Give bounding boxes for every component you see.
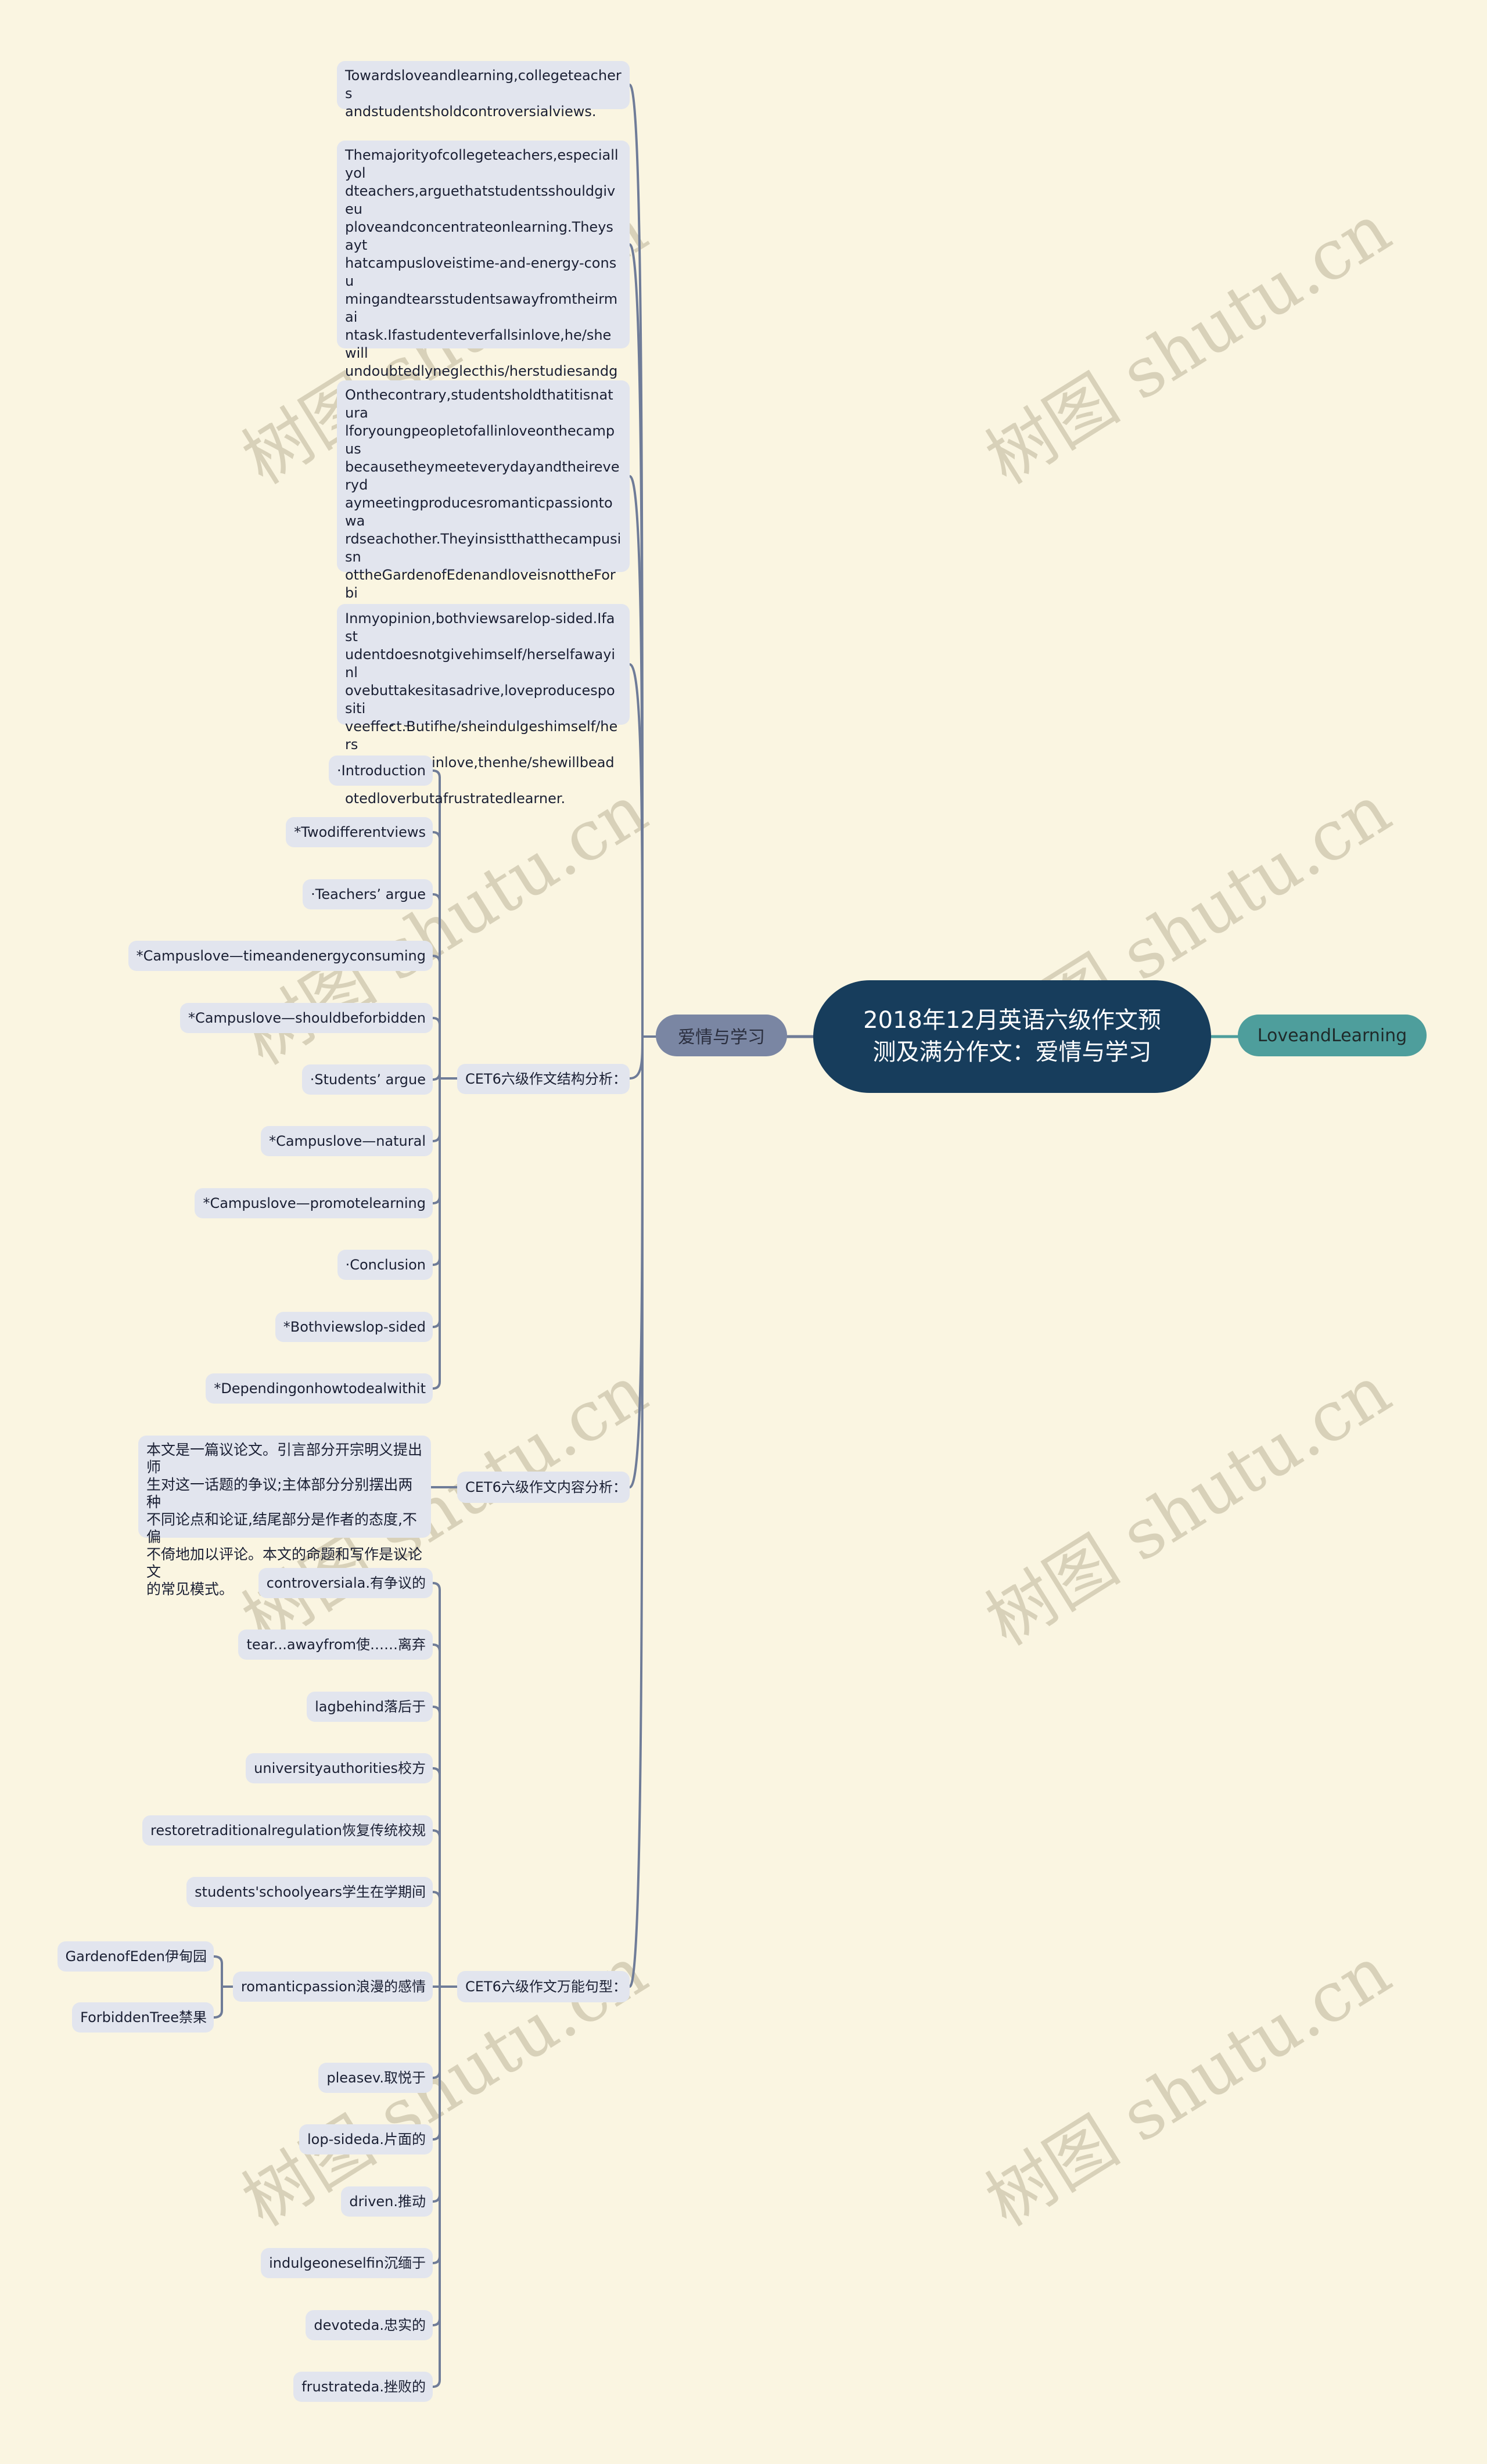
phrase-item[interactable]: restoretraditionalregulation恢复传统校规 (142, 1815, 433, 1846)
connector-line (432, 1582, 441, 1591)
connector-line (432, 1829, 441, 1839)
connector-line (628, 1035, 644, 1488)
connector-line (432, 831, 441, 840)
paragraph-line: Themajorityofcollegeteachers,especiallyo… (345, 147, 619, 181)
connector-line (432, 1891, 441, 1900)
structure-item[interactable]: ·Conclusion (337, 1250, 433, 1280)
connector-line (628, 663, 644, 1038)
phrase-item[interactable]: students'schoolyears学生在学期间 (186, 1877, 433, 1907)
phrase-subitem[interactable]: GardenofEden伊甸园 (57, 1941, 214, 1972)
branch-love-and-study[interactable]: 爱情与学习 (656, 1015, 787, 1056)
connector-line (432, 2255, 441, 2264)
structure-item[interactable]: ·Teachers’ argue (303, 879, 433, 909)
phrase-item[interactable]: romanticpassion浪漫的感情 (232, 1972, 433, 2002)
connector-line (432, 1319, 441, 1328)
phrase-subitem[interactable]: ForbiddenTree禁果 (72, 2002, 214, 2033)
content-analysis-text[interactable]: 本文是一篇议论文。引言部分开宗明义提出师 生对这一话题的争议;主体部分分别摆出两种… (138, 1436, 431, 1598)
connector-line (628, 1035, 644, 1080)
content-line: 生对这一话题的争议;主体部分分别摆出两种 (146, 1476, 413, 1510)
root-topic[interactable]: 2018年12月英语六级作文预测及满分作文：爱情与学习 (813, 980, 1211, 1093)
connector-line (432, 955, 441, 964)
paragraph-line: Onthecontrary,studentsholdthatitisnatura (345, 387, 613, 421)
paragraph-line: lforyoungpeopletofallinloveonthecampus (345, 423, 615, 457)
connector-lines (213, 84, 1240, 2388)
paragraph-line: ploveandconcentrateonlearning.Theysayt (345, 219, 613, 253)
connector-line (432, 1133, 441, 1142)
structure-item[interactable]: *Campuslove—timeandenergyconsuming (128, 941, 433, 971)
structure-item[interactable]: *Campuslove—shouldbeforbidden (180, 1003, 433, 1033)
phrase-item[interactable]: controversiala.有争议的 (258, 1568, 433, 1598)
paragraph-line: hatcampusloveistime-and-energy-consu (345, 255, 617, 289)
phrase-item[interactable]: frustrateda.挫败的 (293, 2372, 433, 2402)
paragraph-line: aymeetingproducesromanticpassiontowa (345, 495, 613, 529)
phrase-item[interactable]: lagbehind落后于 (307, 1692, 433, 1722)
content-line: 不同论点和论证,结尾部分是作者的态度,不偏 (146, 1511, 417, 1545)
connector-line (432, 1257, 441, 1266)
connector-line (432, 1071, 441, 1081)
connector-line (432, 2131, 441, 2141)
connector-line (432, 1706, 441, 1715)
phrase-item[interactable]: indulgeoneselfin沉缅于 (261, 2248, 433, 2278)
paragraph-line: becausetheymeeteverydayandtheireveryd (345, 459, 620, 493)
paragraph-line: mingandtearsstudentsawayfromtheirmai (345, 291, 618, 325)
connector-line (432, 2070, 441, 2079)
paragraph-line: udentdoesnotgivehimself/herselfawayinl (345, 646, 616, 681)
paragraph-line: otedloverbutafrustratedlearner. (345, 790, 566, 807)
structure-item[interactable]: *Campuslove—promotelearning (195, 1188, 433, 1218)
connector-line (213, 2009, 223, 2019)
phrase-item[interactable]: pleasev.取悦于 (318, 2063, 433, 2093)
category-content-analysis[interactable]: CET6六级作文内容分析： (457, 1472, 630, 1503)
paragraph-node[interactable]: Towardsloveandlearning,collegeteachers an… (337, 61, 630, 120)
phrase-item[interactable]: tear...awayfrom使……离弃 (238, 1630, 433, 1660)
paragraph-line: andstudentsholdcontroversialviews. (345, 103, 597, 120)
connector-line (432, 1767, 441, 1776)
connector-line (432, 2193, 441, 2203)
connector-line (432, 2379, 441, 2388)
connector-line (432, 2317, 441, 2326)
structure-item[interactable]: ·Introduction (329, 756, 433, 786)
paragraph-line: ottheGardenofEdenandloveisnottheForbi (345, 567, 616, 601)
paragraph-line: Towardsloveandlearning,collegeteachers (345, 67, 622, 102)
phrase-item[interactable]: devoteda.忠实的 (306, 2310, 433, 2340)
connector-line (628, 1035, 644, 1988)
structure-item[interactable]: *Dependingonhowtodealwithit (206, 1373, 433, 1404)
connector-line (432, 1643, 441, 1653)
paragraph-line: rdseachother.Theyinsistthatthecampusisn (345, 531, 622, 565)
branch-love-and-learning[interactable]: LoveandLearning (1238, 1015, 1427, 1056)
paragraph-line: ntask.Ifastudenteverfallsinlove,he/shewi… (345, 327, 612, 361)
content-line: 本文是一篇议论文。引言部分开宗明义提出师 (146, 1441, 423, 1476)
phrase-item[interactable]: lop-sideda.片面的 (299, 2124, 433, 2154)
paragraph-line: dteachers,arguethatstudentsshouldgiveu (345, 183, 616, 217)
phrase-item[interactable]: universityauthorities校方 (246, 1753, 433, 1783)
paragraph-line: ovebuttakesitasadrive,loveproducespositi (345, 682, 615, 717)
connector-line (213, 1955, 223, 1965)
paragraph-node[interactable]: Inmyopinion,bothviewsarelop-sided.Ifast u… (337, 604, 630, 807)
connector-line (432, 1380, 441, 1390)
connector-line (432, 1017, 441, 1026)
paragraph-node[interactable]: Onthecontrary,studentsholdthatitisnatura… (337, 380, 630, 727)
structure-item[interactable]: *Campuslove—natural (261, 1126, 433, 1156)
category-structure-analysis[interactable]: CET6六级作文结构分析： (457, 1064, 630, 1094)
structure-item[interactable]: *Bothviewslop-sided (275, 1312, 433, 1342)
connector-line (432, 893, 441, 902)
connector-line (432, 1195, 441, 1204)
paragraph-line: Inmyopinion,bothviewsarelop-sided.Ifast (345, 610, 615, 645)
phrase-item[interactable]: driven.推动 (341, 2186, 433, 2217)
structure-item[interactable]: *Twodifferentviews (286, 817, 433, 847)
paragraph-text: Towardsloveandlearning,collegeteachers an… (345, 67, 622, 121)
structure-item[interactable]: ·Students’ argue (301, 1064, 433, 1095)
category-universal-phrases[interactable]: CET6六级作文万能句型： (457, 1971, 630, 2002)
paragraph-line: veeffect.Butifhe/sheindulgeshimself/hers (345, 718, 618, 753)
paragraph-node[interactable]: Themajorityofcollegeteachers,especiallyo… (337, 141, 630, 541)
